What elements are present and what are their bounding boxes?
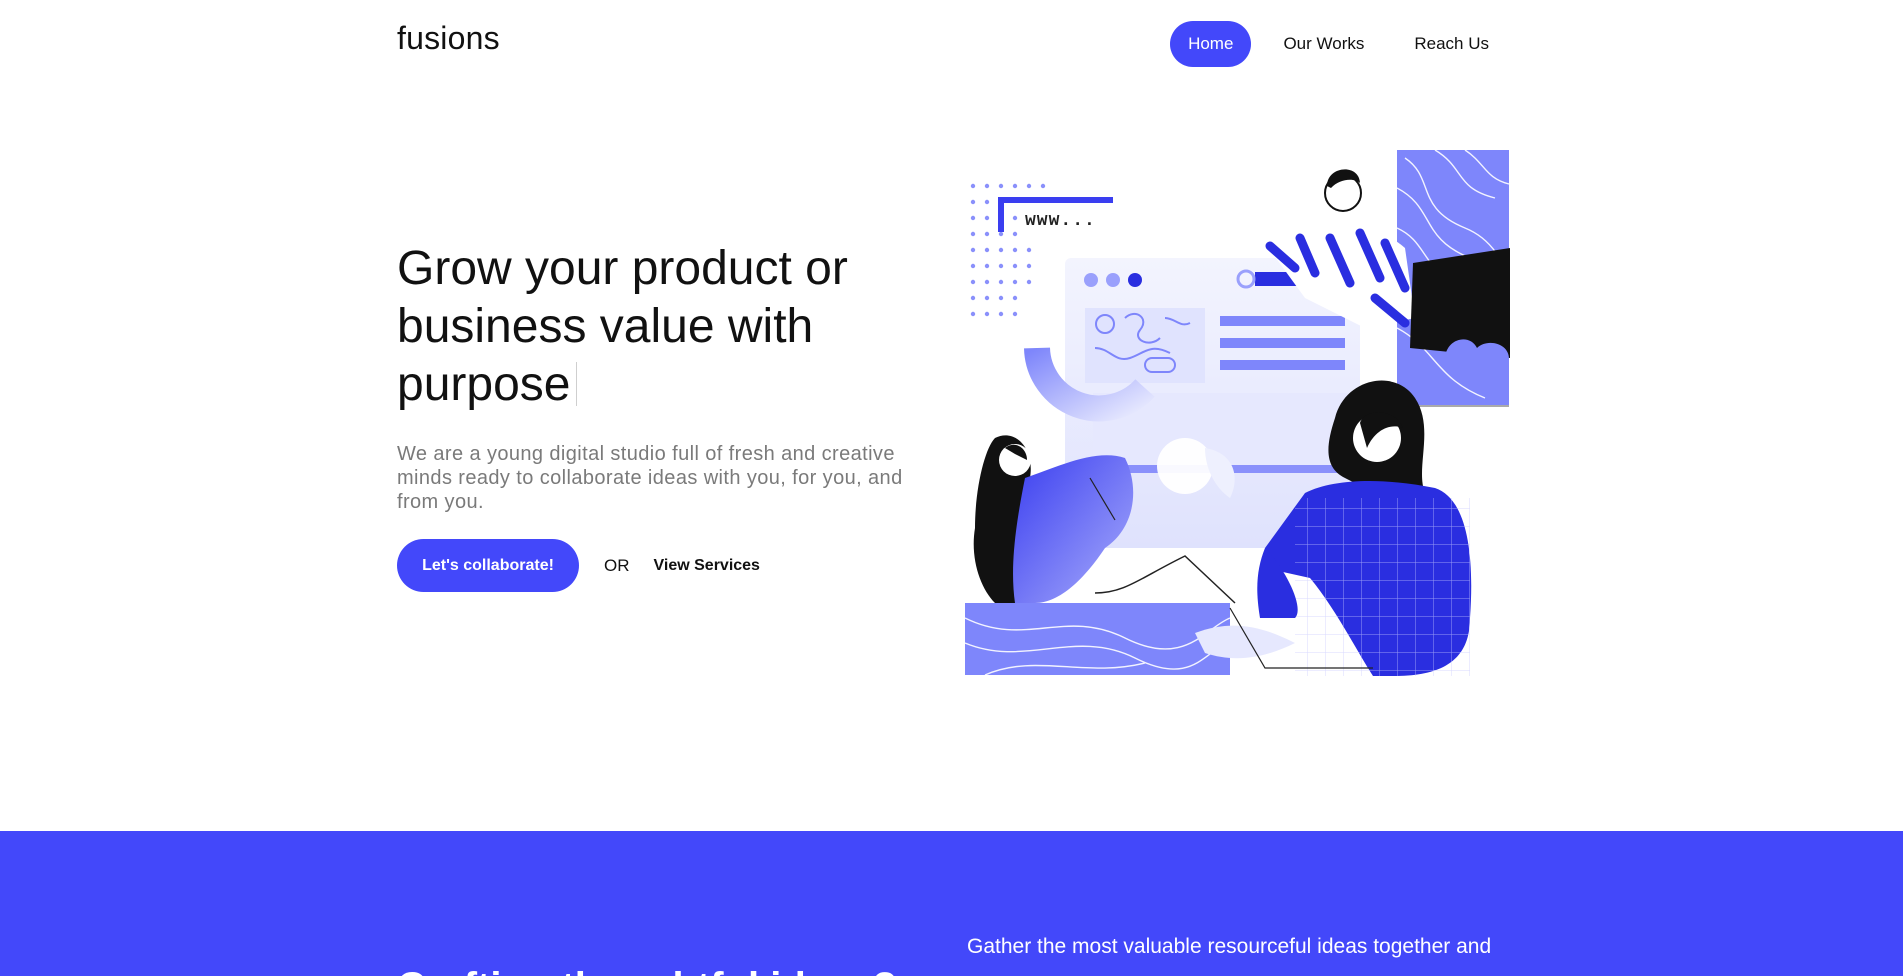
wave-panel-bottom: [965, 603, 1230, 675]
illustration-svg: www...: [964, 149, 1510, 676]
page: fusions Home Our Works Reach Us Grow you…: [0, 0, 1903, 976]
or-separator: OR: [604, 555, 630, 575]
dot-grid: [970, 183, 1046, 317]
nav-home[interactable]: Home: [1170, 21, 1252, 67]
hero-illustration: www...: [964, 148, 1510, 683]
navbar: fusions Home Our Works Reach Us: [397, 0, 1507, 88]
features-section: Gather the most valuable resourceful ide…: [0, 831, 1903, 976]
brand-logo[interactable]: fusions: [397, 20, 500, 57]
view-services-link[interactable]: View Services: [654, 557, 760, 575]
features-heading: Crafting thoughtful ideas?: [397, 963, 897, 976]
hero-title: Grow your product or business value with…: [397, 240, 917, 414]
nav-our-works[interactable]: Our Works: [1265, 21, 1382, 67]
features-intro-text: Gather the most valuable resourceful ide…: [967, 935, 1492, 958]
cta-row: Let's collaborate! OR View Services: [397, 539, 957, 592]
hero-subtitle: We are a young digital studio full of fr…: [397, 443, 903, 513]
hero-title-text: Grow your product or business value with…: [397, 242, 848, 411]
url-text: www...: [1025, 211, 1096, 231]
hero-section: Grow your product or business value with…: [397, 240, 957, 592]
nav-links: Home Our Works Reach Us: [1156, 21, 1507, 67]
nav-reach-us[interactable]: Reach Us: [1396, 21, 1507, 67]
text-caret: [576, 362, 578, 406]
woman-left-shirt: [1013, 455, 1134, 603]
collaborate-button[interactable]: Let's collaborate!: [397, 539, 579, 592]
